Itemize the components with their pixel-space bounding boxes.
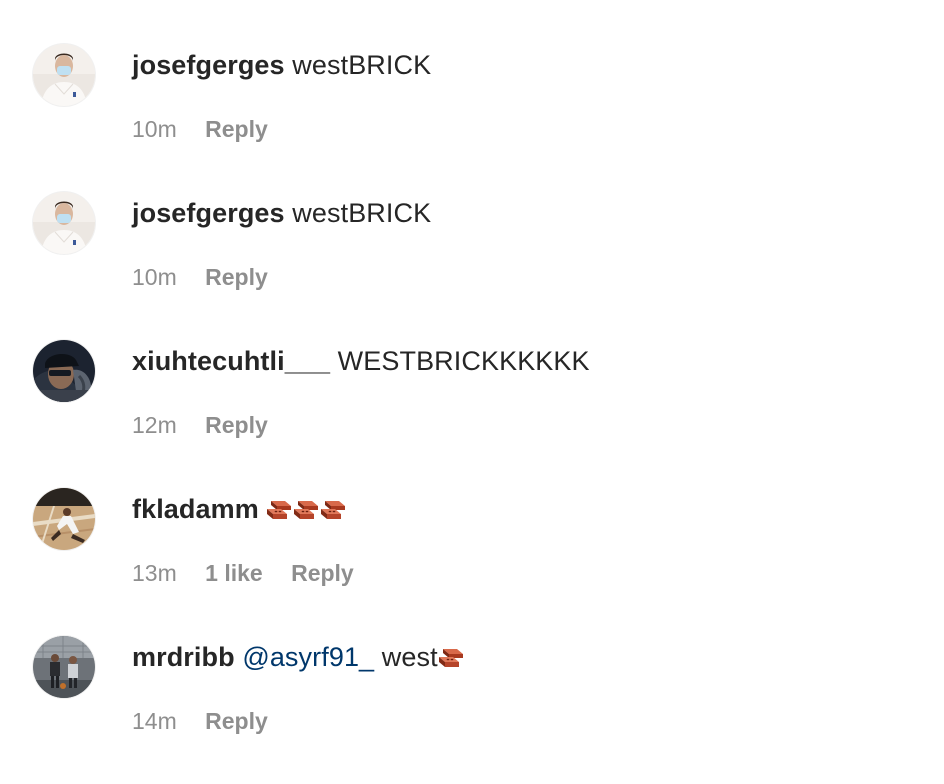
comment-username[interactable]: xiuhtecuhtli___ (132, 346, 330, 376)
comment-body: fkladamm (132, 492, 347, 526)
comment-item: josefgerges westBRICK 10m Reply (0, 192, 944, 340)
comment-timestamp: 12m (132, 412, 177, 438)
brick-emoji-icon (437, 643, 465, 671)
reply-button[interactable]: Reply (205, 264, 268, 290)
comment-text: westBRICK (292, 198, 432, 228)
comment-meta: 14m Reply (132, 706, 268, 736)
profile-photo-icon (33, 488, 95, 550)
likes-count-button[interactable]: 1 like (205, 560, 263, 586)
comment-timestamp: 14m (132, 708, 177, 734)
comment-meta: 13m 1 like Reply (132, 558, 354, 588)
brick-emoji-icon (265, 495, 293, 523)
avatar[interactable] (33, 192, 95, 254)
comment-text: westBRICK (292, 50, 432, 80)
comment-username[interactable]: fkladamm (132, 494, 259, 524)
comment-username[interactable]: josefgerges (132, 50, 285, 80)
mention-link[interactable]: @asyrf91_ (242, 642, 374, 672)
comment-item: mrdribb @asyrf91_ west 14m Reply (0, 636, 944, 784)
comment-body: josefgerges westBRICK (132, 196, 431, 230)
comment-username[interactable]: mrdribb (132, 642, 235, 672)
comment-text: WESTBRICKKKKKK (337, 346, 590, 376)
comment-timestamp: 13m (132, 560, 177, 586)
avatar[interactable] (33, 340, 95, 402)
reply-button[interactable]: Reply (205, 116, 268, 142)
comment-meta: 12m Reply (132, 410, 268, 440)
comment-text: west (381, 642, 438, 672)
comment-timestamp: 10m (132, 264, 177, 290)
profile-photo-icon (33, 192, 95, 254)
comment-body: xiuhtecuhtli___ WESTBRICKKKKKK (132, 344, 590, 378)
profile-photo-icon (33, 44, 95, 106)
reply-button[interactable]: Reply (291, 560, 354, 586)
comment-body: josefgerges westBRICK (132, 48, 431, 82)
comment-meta: 10m Reply (132, 262, 268, 292)
comment-username[interactable]: josefgerges (132, 198, 285, 228)
avatar[interactable] (33, 488, 95, 550)
profile-photo-icon (33, 340, 95, 402)
comment-timestamp: 10m (132, 116, 177, 142)
comment-body: mrdribb @asyrf91_ west (132, 640, 465, 674)
avatar[interactable] (33, 44, 95, 106)
comment-item: josefgerges westBRICK 10m Reply (0, 44, 944, 192)
reply-button[interactable]: Reply (205, 412, 268, 438)
brick-emoji-icon (292, 495, 320, 523)
avatar[interactable] (33, 636, 95, 698)
brick-emoji-icon (319, 495, 347, 523)
comment-meta: 10m Reply (132, 114, 268, 144)
comment-item: fkladamm 13m 1 like Reply (0, 488, 944, 636)
reply-button[interactable]: Reply (205, 708, 268, 734)
profile-photo-icon (33, 636, 95, 698)
comment-item: xiuhtecuhtli___ WESTBRICKKKKKK 12m Reply (0, 340, 944, 488)
